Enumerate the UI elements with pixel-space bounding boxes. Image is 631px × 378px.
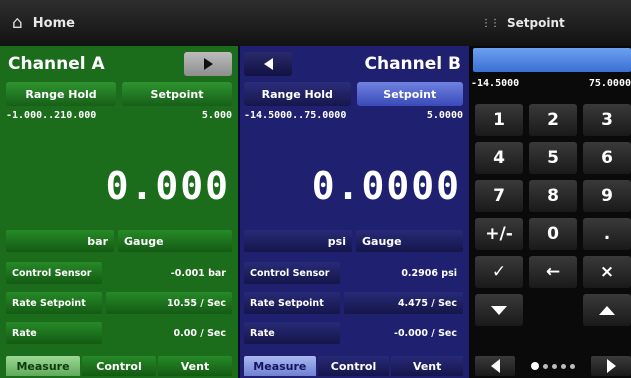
channel-b-rate-label[interactable]: Rate xyxy=(244,322,340,344)
channel-b-unit-button[interactable]: psi xyxy=(244,230,352,252)
key-5[interactable]: 5 xyxy=(529,142,577,174)
scroll-down-button[interactable] xyxy=(475,294,523,326)
page-dot[interactable] xyxy=(570,363,575,369)
channel-b-tab-measure[interactable]: Measure xyxy=(244,356,316,376)
channel-b-range-row: -14.5000..75.0000 5.0000 xyxy=(244,110,463,126)
page-dots xyxy=(531,362,575,370)
channel-a-title: Channel A xyxy=(8,54,105,74)
setpoint-range-row: -14.5000 75.0000 xyxy=(471,78,631,94)
grip-icon: ⋮⋮ xyxy=(481,17,500,29)
page-dot[interactable] xyxy=(561,363,566,369)
channel-b-rate-setpoint-label[interactable]: Rate Setpoint xyxy=(244,292,340,314)
channel-a-tab-vent[interactable]: Vent xyxy=(158,356,232,376)
channel-a-header: Channel A xyxy=(8,50,232,78)
channel-a-range: -1.000..210.000 xyxy=(6,110,97,121)
channel-a-range-hold-button[interactable]: Range Hold xyxy=(6,82,116,106)
channel-a-setpoint-value: 5.000 xyxy=(201,110,232,121)
channel-b-range-hold-button[interactable]: Range Hold xyxy=(244,82,351,106)
channel-a-unit-row: bar Gauge xyxy=(6,230,232,252)
keypad: 1 2 3 4 5 6 7 8 9 +/- 0 . ✓ ← × xyxy=(475,104,631,326)
arrow-left-icon xyxy=(263,58,273,70)
channel-b-mode-button[interactable]: Gauge xyxy=(356,230,463,252)
channel-b-reading: 0.0000 xyxy=(311,164,461,208)
key-2[interactable]: 2 xyxy=(529,104,577,136)
channel-a-rate-setpoint-value[interactable]: 10.55 / Sec xyxy=(106,292,232,314)
channel-b-tab-vent[interactable]: Vent xyxy=(391,356,464,376)
page-dot[interactable] xyxy=(531,362,539,370)
channel-b-control-sensor-label[interactable]: Control Sensor xyxy=(244,262,340,284)
channel-a-panel: Channel A Range Hold Setpoint -1.000..21… xyxy=(0,46,238,378)
setpoint-input[interactable] xyxy=(473,48,631,72)
channel-a-control-sensor-row: Control Sensor -0.001 bar xyxy=(6,262,232,284)
arrow-left-icon xyxy=(490,359,500,373)
channel-b-rate-value: -0.000 / Sec xyxy=(394,327,457,339)
key-1[interactable]: 1 xyxy=(475,104,523,136)
channel-b-tab-control[interactable]: Control xyxy=(317,356,390,376)
channel-a-range-row: -1.000..210.000 5.000 xyxy=(6,110,232,126)
home-icon[interactable]: ⌂ xyxy=(12,13,23,33)
keypad-spacer xyxy=(529,294,577,326)
channel-a-next-button[interactable] xyxy=(184,52,232,76)
clear-icon[interactable]: × xyxy=(583,256,631,288)
channel-a-tab-measure[interactable]: Measure xyxy=(6,356,80,376)
key-decimal[interactable]: . xyxy=(583,218,631,250)
page-prev-button[interactable] xyxy=(475,356,515,376)
setpoint-header: ⋮⋮ Setpoint xyxy=(469,0,631,46)
backspace-icon[interactable]: ← xyxy=(529,256,577,288)
channel-b-rate-row: Rate -0.000 / Sec xyxy=(244,322,463,344)
channel-a-rate-row: Rate 0.00 / Sec xyxy=(6,322,232,344)
home-bar[interactable]: ⌂ Home xyxy=(0,0,469,46)
page-dot[interactable] xyxy=(543,363,548,369)
setpoint-panel: -14.5000 75.0000 1 2 3 4 5 6 7 8 9 +/- 0… xyxy=(469,46,631,378)
channel-a-control-sensor-value: -0.001 bar xyxy=(170,267,226,279)
page-navigator xyxy=(475,356,631,376)
channel-a-control-sensor-label[interactable]: Control Sensor xyxy=(6,262,102,284)
key-4[interactable]: 4 xyxy=(475,142,523,174)
arrow-right-icon xyxy=(203,58,213,70)
channel-a-setpoint-button[interactable]: Setpoint xyxy=(122,82,232,106)
channel-b-title: Channel B xyxy=(364,54,462,74)
channel-a-rate-setpoint-row: Rate Setpoint 10.55 / Sec xyxy=(6,292,232,314)
arrow-right-icon xyxy=(606,359,616,373)
key-7[interactable]: 7 xyxy=(475,180,523,212)
channel-a-button-row: Range Hold Setpoint xyxy=(6,82,232,106)
channel-b-header: Channel B xyxy=(244,50,461,78)
channel-a-rate-value: 0.00 / Sec xyxy=(173,327,226,339)
channel-b-control-sensor-row: Control Sensor 0.2906 psi xyxy=(244,262,463,284)
channel-a-reading: 0.000 xyxy=(105,164,230,208)
setpoint-range-max: 75.0000 xyxy=(588,78,631,89)
channel-b-prev-button[interactable] xyxy=(244,52,292,76)
channel-b-setpoint-button[interactable]: Setpoint xyxy=(356,82,463,106)
channel-b-control-sensor-value: 0.2906 psi xyxy=(401,267,457,279)
page-next-button[interactable] xyxy=(591,356,631,376)
channel-a-mode-button[interactable]: Gauge xyxy=(118,230,232,252)
channel-b-rate-setpoint-value[interactable]: 4.475 / Sec xyxy=(344,292,463,314)
key-0[interactable]: 0 xyxy=(529,218,577,250)
channel-b-rate-setpoint-row: Rate Setpoint 4.475 / Sec xyxy=(244,292,463,314)
key-6[interactable]: 6 xyxy=(583,142,631,174)
channel-b-panel: Channel B Range Hold Setpoint -14.5000..… xyxy=(238,46,469,378)
setpoint-title: Setpoint xyxy=(507,16,565,30)
key-3[interactable]: 3 xyxy=(583,104,631,136)
channel-b-range: -14.5000..75.0000 xyxy=(244,110,347,121)
arrow-up-icon xyxy=(599,305,615,315)
scroll-up-button[interactable] xyxy=(583,294,631,326)
channel-a-rate-label[interactable]: Rate xyxy=(6,322,102,344)
channel-b-setpoint-value: 5.0000 xyxy=(426,110,463,121)
channel-b-button-row: Range Hold Setpoint xyxy=(244,82,463,106)
key-9[interactable]: 9 xyxy=(583,180,631,212)
key-8[interactable]: 8 xyxy=(529,180,577,212)
setpoint-range-min: -14.5000 xyxy=(471,78,520,89)
key-plus-minus[interactable]: +/- xyxy=(475,218,523,250)
channel-a-tabs: Measure Control Vent xyxy=(6,356,232,376)
arrow-down-icon xyxy=(491,305,507,315)
channel-a-rate-setpoint-label[interactable]: Rate Setpoint xyxy=(6,292,102,314)
channel-a-tab-control[interactable]: Control xyxy=(82,356,156,376)
channel-b-tabs: Measure Control Vent xyxy=(244,356,464,376)
home-title: Home xyxy=(32,15,75,31)
channel-b-unit-row: psi Gauge xyxy=(244,230,463,252)
page-dot[interactable] xyxy=(552,363,557,369)
channel-a-unit-button[interactable]: bar xyxy=(6,230,114,252)
check-icon[interactable]: ✓ xyxy=(475,256,523,288)
